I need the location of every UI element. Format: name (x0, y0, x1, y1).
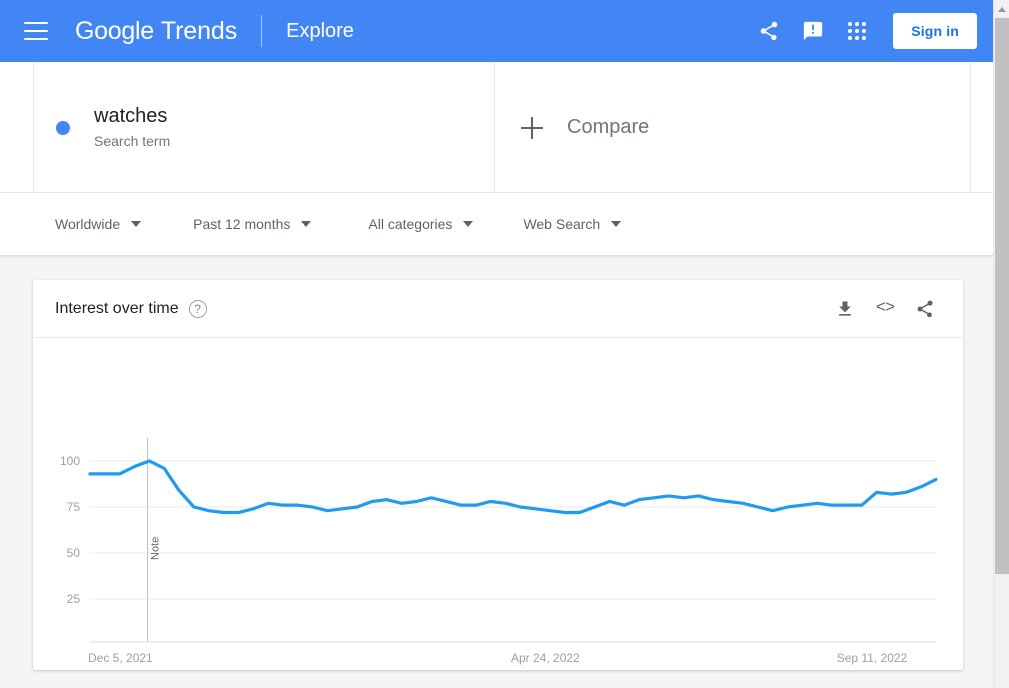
svg-text:Dec 5, 2021: Dec 5, 2021 (88, 651, 153, 665)
hamburger-menu-icon[interactable] (24, 22, 48, 40)
svg-text:Note: Note (150, 537, 162, 560)
svg-text:25: 25 (67, 592, 81, 606)
chart-area[interactable]: 100 75 50 25 Note Dec 5, 2021 Apr 24, 2022 Sep … (33, 338, 963, 669)
download-icon[interactable] (825, 289, 865, 329)
svg-text:75: 75 (67, 500, 81, 514)
explore-nav-item[interactable]: Explore (286, 20, 354, 43)
embed-code-icon[interactable]: <> (865, 289, 905, 329)
header-actions: Sign in (747, 9, 993, 53)
svg-text:50: 50 (67, 546, 81, 560)
chevron-down-icon (463, 221, 474, 227)
card-header: Interest over time ? <> (33, 280, 963, 338)
plus-icon (521, 116, 543, 139)
svg-text:100: 100 (60, 454, 80, 468)
time-range-filter[interactable]: Past 12 months (193, 193, 312, 256)
svg-text:Sep 11, 2022: Sep 11, 2022 (837, 651, 908, 665)
sign-in-button[interactable]: Sign in (893, 13, 977, 49)
help-icon[interactable]: ? (188, 299, 207, 318)
brand-google-text: Google (75, 16, 154, 45)
compare-button[interactable]: Compare (495, 62, 971, 193)
chevron-down-icon (611, 221, 622, 227)
scrollbar-thumb[interactable] (995, 18, 1009, 574)
feedback-icon[interactable] (791, 9, 835, 53)
category-filter[interactable]: All categories (368, 193, 474, 256)
svg-text:Apr 24, 2022: Apr 24, 2022 (511, 651, 580, 665)
share-icon[interactable] (905, 289, 945, 329)
chevron-down-icon (131, 221, 142, 227)
search-term-band: watches Search term Compare (0, 62, 993, 193)
card-actions: <> (825, 289, 945, 329)
search-term-card[interactable]: watches Search term (33, 62, 495, 193)
interest-over-time-card: Interest over time ? <> 100 75 50 25 Not… (33, 280, 963, 670)
scroll-up-arrow-icon[interactable] (994, 0, 1009, 17)
card-title: Interest over time (55, 299, 179, 317)
filter-bar: Worldwide Past 12 months All categories … (0, 193, 993, 256)
search-type-filter[interactable]: Web Search (523, 193, 622, 256)
brand-trends-text: Trends (160, 16, 238, 45)
embed-glyph: <> (875, 299, 895, 318)
top-app-bar: Google Trends Explore Sign in (0, 0, 993, 62)
compare-label: Compare (567, 116, 650, 138)
search-type-filter-label: Web Search (523, 216, 601, 232)
page-scrollbar[interactable] (993, 0, 1009, 688)
page-root: Google Trends Explore Sign in watches Se… (0, 0, 1009, 688)
brand-logo[interactable]: Google Trends (75, 17, 237, 46)
category-filter-label: All categories (368, 216, 453, 232)
location-filter[interactable]: Worldwide (55, 193, 142, 256)
apps-grid-icon[interactable] (835, 9, 879, 53)
time-range-filter-label: Past 12 months (193, 216, 291, 232)
search-term-text: watches (94, 105, 168, 127)
interest-over-time-chart[interactable]: 100 75 50 25 Note Dec 5, 2021 Apr 24, 2022 Sep … (33, 338, 963, 669)
header-divider (261, 15, 263, 47)
location-filter-label: Worldwide (55, 216, 121, 232)
search-term-type: Search term (94, 133, 171, 149)
share-icon[interactable] (747, 9, 791, 53)
chevron-down-icon (301, 221, 312, 227)
series-color-dot (56, 120, 70, 135)
